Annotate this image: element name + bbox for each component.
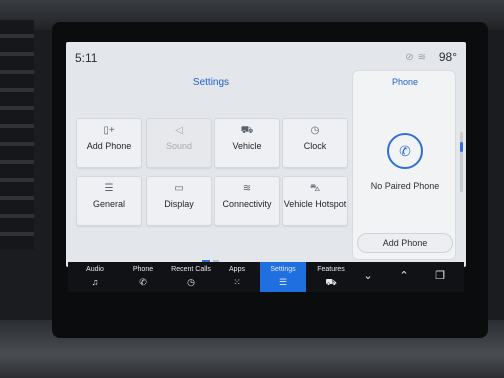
- phone-panel-title: Phone: [391, 77, 419, 87]
- dock-label: Recent Calls: [171, 266, 211, 273]
- dock-apps[interactable]: Apps ⁙: [214, 262, 260, 292]
- chevron-down-icon: ⌄: [363, 270, 373, 282]
- tile-label: Display: [164, 199, 194, 209]
- tile-label: General: [92, 199, 126, 209]
- tile-sound[interactable]: ◁ Sound: [146, 118, 212, 168]
- sliders-icon: ☰: [104, 183, 114, 194]
- vehicle-icon: ⛟: [240, 125, 254, 136]
- dock-collapse[interactable]: ⌄: [350, 262, 386, 292]
- tile-label: Vehicle Hotspot: [283, 199, 347, 209]
- multi-window-icon: ❐: [435, 270, 445, 282]
- mute-icon: ⊘: [405, 52, 418, 63]
- tile-clock[interactable]: ◷ Clock: [282, 118, 348, 168]
- dock-label: Settings: [270, 266, 296, 273]
- dock-audio[interactable]: Audio ♫: [72, 262, 118, 292]
- clock-readout: 5:11: [75, 51, 98, 65]
- clock-icon: ◷: [310, 125, 320, 136]
- phone-icon: ✆: [387, 133, 423, 169]
- dock-features[interactable]: Features ⛟: [308, 262, 354, 292]
- wifi-icon: ≋: [242, 183, 252, 194]
- history-icon: ◷: [187, 277, 195, 287]
- scrollbar[interactable]: [460, 132, 463, 192]
- tile-general[interactable]: ☰ General: [76, 176, 142, 226]
- infotainment-screen: 5:11 ⊘≋ 98° Settings ▯+ Add Phone ◁ Soun…: [66, 42, 466, 267]
- page-title: Settings: [192, 77, 230, 88]
- dock-expand[interactable]: ⌃: [386, 262, 422, 292]
- tile-connectivity[interactable]: ≋ Connectivity: [214, 176, 280, 226]
- phone-icon: ✆: [139, 277, 147, 287]
- sliders-icon: ☰: [278, 277, 288, 287]
- dock-multi-window[interactable]: ❐: [422, 262, 458, 292]
- add-phone-icon: ▯+: [103, 125, 115, 136]
- tile-display[interactable]: ▭ Display: [146, 176, 212, 226]
- dock-recent-calls[interactable]: Recent Calls ◷: [168, 262, 214, 292]
- tile-label: Vehicle: [232, 141, 262, 151]
- add-phone-button[interactable]: Add Phone: [357, 233, 453, 253]
- air-vent: [0, 20, 34, 250]
- dock-label: Audio: [86, 266, 104, 273]
- tile-label: Clock: [303, 141, 327, 151]
- bottom-dock: Audio ♫ Phone ✆ Recent Calls ◷ Apps ⁙ Se…: [68, 262, 464, 292]
- apps-grid-icon: ⁙: [233, 277, 241, 287]
- dock-label: Apps: [229, 266, 245, 273]
- dock-label: Features: [317, 266, 345, 273]
- tile-vehicle[interactable]: ⛟ Vehicle: [214, 118, 280, 168]
- tile-vehicle-hotspot[interactable]: ⛍ Vehicle Hotspot: [282, 176, 348, 226]
- music-note-icon: ♫: [91, 277, 99, 287]
- tile-add-phone[interactable]: ▯+ Add Phone: [76, 118, 142, 168]
- scrollbar-thumb[interactable]: [460, 142, 463, 152]
- dock-phone[interactable]: Phone ✆: [120, 262, 166, 292]
- status-bar: 5:11 ⊘≋ 98°: [66, 42, 466, 72]
- status-icons: ⊘≋: [405, 52, 430, 63]
- dock-label: Phone: [132, 266, 154, 273]
- dock-settings[interactable]: Settings ☰: [260, 262, 306, 292]
- outside-temperature: 98°: [438, 50, 457, 64]
- chevron-up-icon: ⌃: [399, 270, 409, 282]
- tile-label: Connectivity: [222, 199, 272, 209]
- tile-label: Add Phone: [86, 141, 132, 151]
- phone-status: No Paired Phone: [370, 181, 440, 191]
- phone-panel: Phone ✆ No Paired Phone Add Phone: [352, 70, 456, 260]
- tile-label: Sound: [165, 141, 193, 151]
- wifi-icon: ≋: [417, 52, 430, 63]
- display-icon: ▭: [174, 183, 184, 194]
- speaker-icon: ◁: [175, 125, 183, 136]
- car-icon: ⛟: [325, 277, 337, 287]
- hotspot-icon: ⛍: [309, 183, 321, 194]
